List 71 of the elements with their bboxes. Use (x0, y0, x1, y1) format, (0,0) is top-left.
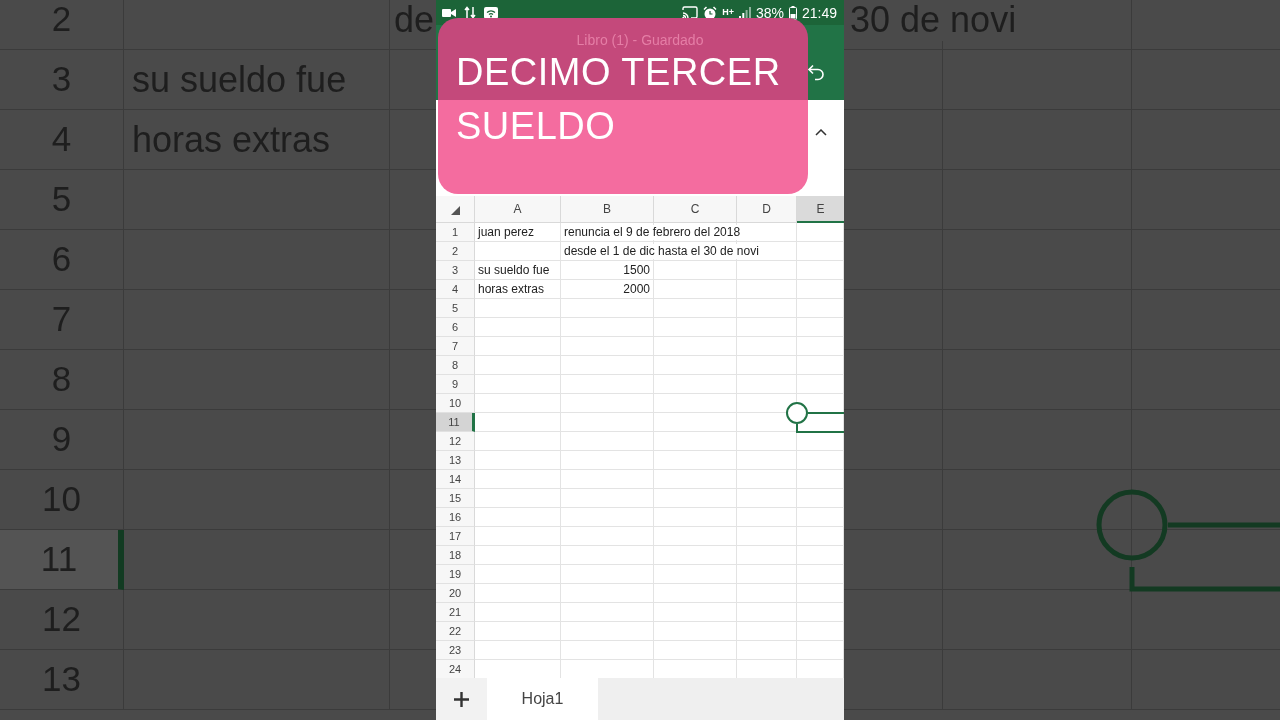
row-header[interactable]: 17 (436, 527, 475, 546)
wifi-icon (484, 6, 498, 19)
row-header[interactable]: 19 (436, 565, 475, 584)
table-cell (737, 546, 797, 565)
row-header[interactable]: 1 (436, 223, 475, 242)
undo-icon (807, 64, 825, 81)
column-header[interactable]: B (561, 196, 654, 223)
signal-bars-icon (738, 6, 751, 19)
table-cell (737, 337, 797, 356)
row-header[interactable]: 9 (436, 375, 475, 394)
battery-icon (788, 5, 797, 20)
cell-text: juan perez (475, 224, 537, 240)
select-all-triangle-icon (451, 206, 460, 215)
row-header[interactable]: 7 (436, 337, 475, 356)
column-header[interactable]: A (475, 196, 561, 223)
row-header[interactable]: 10 (436, 394, 475, 413)
table-cell (737, 603, 797, 622)
caption-line: DECIMO TERCER (456, 50, 781, 95)
row-header[interactable]: 4 (436, 280, 475, 299)
table-cell (737, 280, 797, 299)
row-header[interactable]: 22 (436, 622, 475, 641)
column-header[interactable]: C (654, 196, 737, 223)
row-header[interactable]: 12 (436, 432, 475, 451)
table-cell (737, 261, 797, 280)
sheet-tab[interactable]: Hoja1 (487, 678, 598, 720)
table-cell (737, 318, 797, 337)
caption-line: SUELDO (456, 104, 616, 149)
table-cell (737, 489, 797, 508)
row-header[interactable]: 16 (436, 508, 475, 527)
row-header[interactable]: 8 (436, 356, 475, 375)
table-cell (737, 375, 797, 394)
column-header[interactable]: D (737, 196, 797, 223)
table-cell (737, 451, 797, 470)
table-cell (737, 641, 797, 660)
row-header[interactable]: 14 (436, 470, 475, 489)
table-cell (737, 622, 797, 641)
table-cell (737, 299, 797, 318)
cell-text: renuncia el 9 de febrero del 2018 (561, 224, 743, 240)
table-cell (737, 565, 797, 584)
select-all-corner[interactable] (436, 196, 475, 223)
row-header[interactable]: 21 (436, 603, 475, 622)
plus-icon (454, 691, 469, 707)
row-header[interactable]: 6 (436, 318, 475, 337)
row-header[interactable]: 24 (436, 660, 475, 678)
video-camera-icon (442, 7, 456, 18)
table-cell (737, 527, 797, 546)
table-cell (737, 356, 797, 375)
battery-percent: 38% (755, 4, 784, 21)
selection-handle-icon[interactable] (785, 400, 844, 434)
table-cell (737, 584, 797, 603)
up-down-arrows-icon (464, 6, 476, 19)
cast-icon (682, 6, 699, 19)
row-header[interactable]: 3 (436, 261, 475, 280)
table-cell (737, 508, 797, 527)
row-header[interactable]: 23 (436, 641, 475, 660)
table-cell (737, 470, 797, 489)
row-header[interactable]: 13 (436, 451, 475, 470)
clock-time: 21:49 (801, 4, 837, 21)
column-header[interactable]: E (797, 196, 844, 223)
selection-handle-icon (1096, 488, 1280, 592)
row-header[interactable]: 5 (436, 299, 475, 318)
table-cell (737, 242, 797, 261)
row-header[interactable]: 2 (436, 242, 475, 261)
cell-text: desde el 1 de dic hasta el 30 de novi (561, 243, 761, 259)
chevron-up-icon (815, 128, 827, 136)
row-header[interactable]: 18 (436, 546, 475, 565)
row-header[interactable]: 20 (436, 584, 475, 603)
row-header[interactable]: 11 (436, 413, 475, 432)
network-type: H+ (722, 8, 734, 17)
table-cell (737, 432, 797, 451)
row-header[interactable]: 15 (436, 489, 475, 508)
